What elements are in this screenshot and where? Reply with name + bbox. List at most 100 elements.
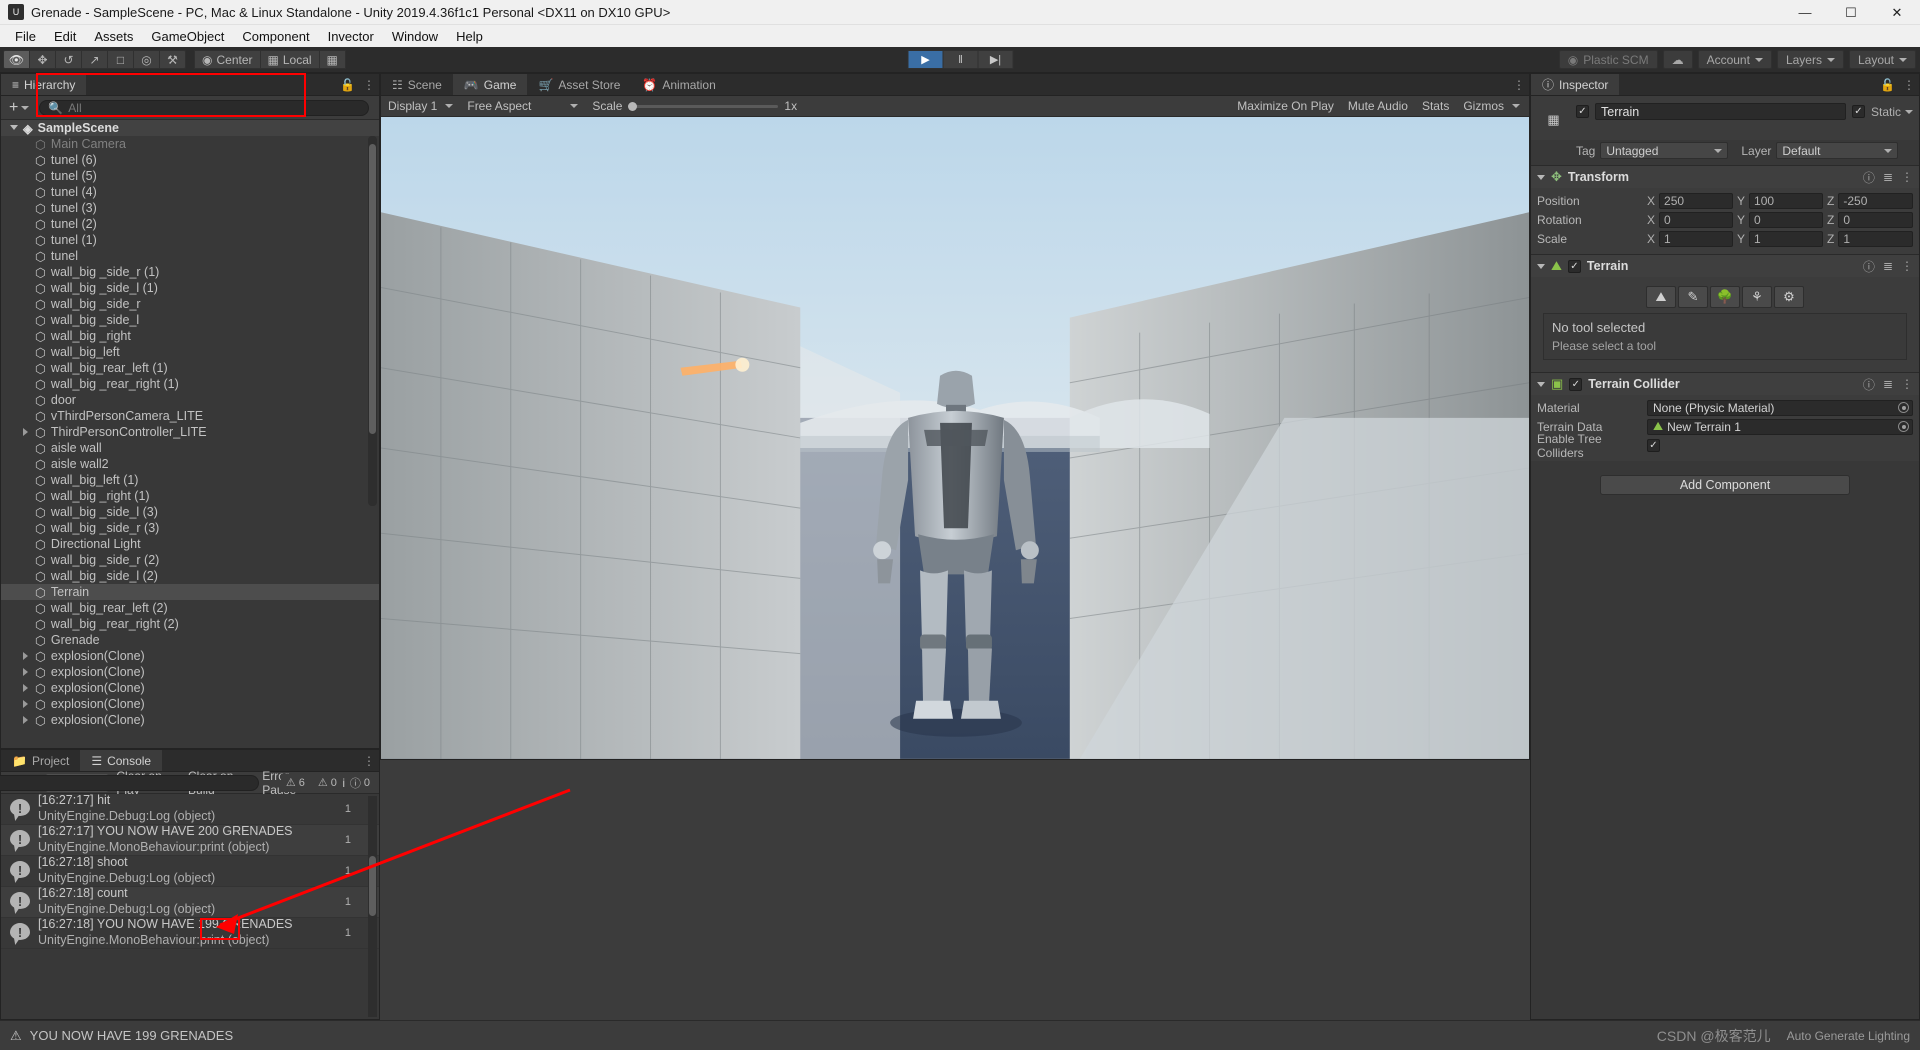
scale-tool-icon[interactable]: ↗ bbox=[81, 50, 108, 69]
pause-button[interactable]: ‖ bbox=[942, 50, 979, 69]
chevron-right-icon[interactable] bbox=[23, 428, 28, 436]
tab-inspector[interactable]: ⓘ Inspector bbox=[1531, 74, 1620, 95]
tree-colliders-checkbox[interactable]: ✓ bbox=[1647, 439, 1660, 452]
preset-icon[interactable]: ≣ bbox=[1883, 259, 1893, 273]
rect-tool-icon[interactable]: □ bbox=[107, 50, 134, 69]
static-checkbox[interactable]: ✓ bbox=[1851, 105, 1865, 118]
hierarchy-item-main-camera[interactable]: ⬡ Main Camera bbox=[1, 136, 379, 152]
warning-counter[interactable]: ⚠ 6 bbox=[280, 773, 310, 792]
terrain-settings-icon[interactable]: ⚙ bbox=[1774, 286, 1804, 308]
raise-lower-terrain-icon[interactable]: ⛰ bbox=[1646, 286, 1676, 308]
display-dropdown[interactable]: Display 1 bbox=[381, 97, 460, 116]
menu-item-file[interactable]: File bbox=[6, 27, 45, 46]
console-search-input[interactable]: 🔍 bbox=[0, 774, 259, 791]
hierarchy-item-wall-big-rear-right-2[interactable]: ⬡ wall_big _rear_right (2) bbox=[1, 616, 379, 632]
lock-icon[interactable]: 🔓 bbox=[340, 78, 355, 92]
hierarchy-item-wall-big-side-l-3[interactable]: ⬡ wall_big _side_l (3) bbox=[1, 504, 379, 520]
hierarchy-item-wall-big-side-r-2[interactable]: ⬡ wall_big _side_r (2) bbox=[1, 552, 379, 568]
tab-asset-store[interactable]: 🛒 Asset Store bbox=[527, 74, 632, 95]
scale-z-input[interactable]: 1 bbox=[1838, 230, 1913, 247]
hierarchy-item-directional-light[interactable]: ⬡ Directional Light bbox=[1, 536, 379, 552]
paint-trees-icon[interactable]: 🌳 bbox=[1710, 286, 1740, 308]
position-x-input[interactable]: 250 bbox=[1659, 192, 1733, 209]
handle-space-button[interactable]: ▦ Local bbox=[259, 50, 320, 69]
error-counter[interactable]: ⚠ 0 bbox=[312, 773, 342, 792]
collider-enabled-checkbox[interactable]: ✓ bbox=[1569, 377, 1583, 391]
hierarchy-tree[interactable]: ◈ SampleScene ⬡ Main Camera ⬡ tunel (6) ⬡ tun… bbox=[1, 120, 379, 748]
position-z-input[interactable]: -250 bbox=[1838, 192, 1913, 209]
static-label-group[interactable]: Static bbox=[1871, 105, 1913, 119]
step-button[interactable]: ▶| bbox=[977, 50, 1014, 69]
layer-dropdown[interactable]: Default bbox=[1776, 142, 1899, 159]
hierarchy-item-thirdpersoncontroller-lite[interactable]: ⬡ ThirdPersonController_LITE bbox=[1, 424, 379, 440]
info-counter[interactable]: ⓘ 0 bbox=[344, 773, 375, 792]
transform-tool-icon[interactable]: ◎ bbox=[133, 50, 160, 69]
auto-generate-lighting-label[interactable]: Auto Generate Lighting bbox=[1787, 1029, 1910, 1043]
paint-details-icon[interactable]: ⚘ bbox=[1742, 286, 1772, 308]
pivot-mode-button[interactable]: ◉ Center bbox=[194, 50, 261, 69]
play-button[interactable]: ▶ bbox=[907, 50, 944, 69]
terrain-collider-header[interactable]: ▣ ✓ Terrain Collider ⓘ ≣ ⋮ bbox=[1531, 373, 1919, 395]
hierarchy-item-tunel[interactable]: ⬡ tunel bbox=[1, 248, 379, 264]
terrain-data-object-field[interactable]: ⛰ New Terrain 1 bbox=[1647, 418, 1913, 435]
scale-x-input[interactable]: 1 bbox=[1659, 230, 1733, 247]
preset-icon[interactable]: ≣ bbox=[1883, 377, 1893, 391]
hierarchy-item-explosion-clone[interactable]: ⬡ explosion(Clone) bbox=[1, 648, 379, 664]
tag-dropdown[interactable]: Untagged bbox=[1600, 142, 1729, 159]
transform-component-header[interactable]: ✥ Transform ⓘ ≣ ⋮ bbox=[1531, 166, 1919, 188]
hierarchy-item-wall-big-side-l-1[interactable]: ⬡ wall_big _side_l (1) bbox=[1, 280, 379, 296]
tab-project[interactable]: 📁 Project bbox=[1, 750, 81, 771]
scale-slider-group[interactable]: Scale 1x bbox=[585, 97, 804, 116]
help-icon[interactable]: ⓘ bbox=[1863, 258, 1875, 275]
object-picker-icon[interactable] bbox=[1898, 421, 1909, 432]
hierarchy-item-wall-big-left-1[interactable]: ⬡ wall_big_left (1) bbox=[1, 472, 379, 488]
hierarchy-item-terrain[interactable]: ⬡ Terrain bbox=[1, 584, 379, 600]
hierarchy-scrollbar-thumb[interactable] bbox=[369, 144, 376, 434]
help-icon[interactable]: ⓘ bbox=[1863, 376, 1875, 393]
kebab-menu-icon[interactable]: ⋮ bbox=[1901, 259, 1913, 273]
menu-item-edit[interactable]: Edit bbox=[45, 27, 85, 46]
chevron-right-icon[interactable] bbox=[23, 652, 28, 660]
terrain-enabled-checkbox[interactable]: ✓ bbox=[1567, 259, 1581, 273]
hierarchy-item-explosion-clone[interactable]: ⬡ explosion(Clone) bbox=[1, 696, 379, 712]
hierarchy-scrollbar[interactable] bbox=[368, 136, 377, 506]
layers-button[interactable]: Layers bbox=[1776, 50, 1844, 69]
menu-item-assets[interactable]: Assets bbox=[85, 27, 142, 46]
hierarchy-item-vthirdpersoncamera-lite[interactable]: ⬡ vThirdPersonCamera_LITE bbox=[1, 408, 379, 424]
stats-button[interactable]: Stats bbox=[1415, 97, 1456, 116]
minimize-button[interactable]: — bbox=[1782, 0, 1828, 25]
menu-item-component[interactable]: Component bbox=[233, 27, 318, 46]
rotation-z-input[interactable]: 0 bbox=[1838, 211, 1913, 228]
hierarchy-scene-row[interactable]: ◈ SampleScene bbox=[1, 120, 379, 136]
hierarchy-item-wall-big-left[interactable]: ⬡ wall_big_left bbox=[1, 344, 379, 360]
hierarchy-item-tunel-6[interactable]: ⬡ tunel (6) bbox=[1, 152, 379, 168]
console-scrollbar-thumb[interactable] bbox=[369, 856, 376, 916]
mute-audio-button[interactable]: Mute Audio bbox=[1341, 97, 1415, 116]
custom-editor-tool-icon[interactable]: ⚒ bbox=[159, 50, 186, 69]
menu-item-gameobject[interactable]: GameObject bbox=[142, 27, 233, 46]
tab-animation[interactable]: ⏰ Animation bbox=[631, 74, 727, 95]
menu-item-invector[interactable]: Invector bbox=[319, 27, 383, 46]
material-object-field[interactable]: None (Physic Material) bbox=[1647, 399, 1913, 416]
aspect-dropdown[interactable]: Free Aspect bbox=[460, 97, 585, 116]
chevron-down-icon[interactable] bbox=[1537, 174, 1545, 180]
hierarchy-item-door[interactable]: ⬡ door bbox=[1, 392, 379, 408]
console-log-entry[interactable]: ! [16:27:18] shoot UnityEngine.Debug:Log (… bbox=[1, 855, 379, 887]
hierarchy-item-wall-big-side-r-1[interactable]: ⬡ wall_big _side_r (1) bbox=[1, 264, 379, 280]
hierarchy-item-wall-big-rear-left-1[interactable]: ⬡ wall_big_rear_left (1) bbox=[1, 360, 379, 376]
terrain-component-header[interactable]: ⛰ ✓ Terrain ⓘ ≣ ⋮ bbox=[1531, 255, 1919, 277]
kebab-menu-icon[interactable]: ⋮ bbox=[363, 78, 375, 92]
scale-y-input[interactable]: 1 bbox=[1749, 230, 1823, 247]
object-picker-icon[interactable] bbox=[1898, 402, 1909, 413]
add-gameobject-button[interactable]: + bbox=[5, 99, 33, 117]
hierarchy-item-wall-big-side-l-2[interactable]: ⬡ wall_big _side_l (2) bbox=[1, 568, 379, 584]
hierarchy-item-wall-big-rear-right-1[interactable]: ⬡ wall_big _rear_right (1) bbox=[1, 376, 379, 392]
chevron-down-icon[interactable] bbox=[1537, 263, 1545, 269]
chevron-right-icon[interactable] bbox=[23, 700, 28, 708]
maximize-on-play-button[interactable]: Maximize On Play bbox=[1230, 97, 1341, 116]
kebab-menu-icon[interactable]: ⋮ bbox=[1903, 78, 1915, 92]
rotation-y-input[interactable]: 0 bbox=[1749, 211, 1823, 228]
hierarchy-item-wall-big-right[interactable]: ⬡ wall_big _right bbox=[1, 328, 379, 344]
hierarchy-item-aisle-wall2[interactable]: ⬡ aisle wall2 bbox=[1, 456, 379, 472]
console-log-entry[interactable]: ! [16:27:18] count UnityEngine.Debug:Log (… bbox=[1, 886, 379, 918]
